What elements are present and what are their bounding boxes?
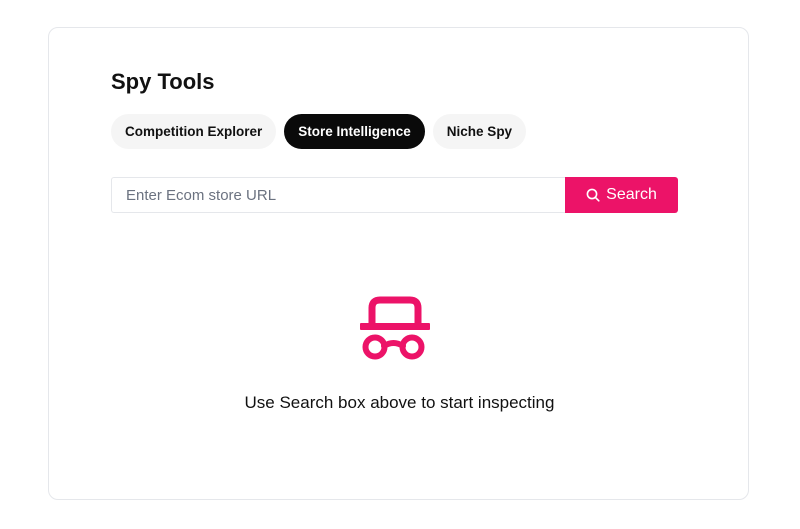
search-bar: Search bbox=[111, 177, 678, 213]
search-button-label: Search bbox=[606, 186, 657, 203]
tab-competition-explorer[interactable]: Competition Explorer bbox=[111, 114, 277, 149]
spy-tools-card: Spy Tools Competition Explorer Store Int… bbox=[48, 27, 749, 500]
spy-icon bbox=[358, 296, 432, 362]
store-url-input[interactable] bbox=[111, 177, 565, 213]
empty-state-message: Use Search box above to start inspecting bbox=[244, 393, 555, 412]
tab-bar: Competition Explorer Store Intelligence … bbox=[111, 114, 527, 149]
search-button[interactable]: Search bbox=[565, 177, 678, 213]
tab-store-intelligence[interactable]: Store Intelligence bbox=[284, 114, 425, 149]
page-title: Spy Tools bbox=[111, 69, 215, 94]
search-icon bbox=[586, 188, 600, 202]
tab-niche-spy[interactable]: Niche Spy bbox=[432, 114, 527, 149]
